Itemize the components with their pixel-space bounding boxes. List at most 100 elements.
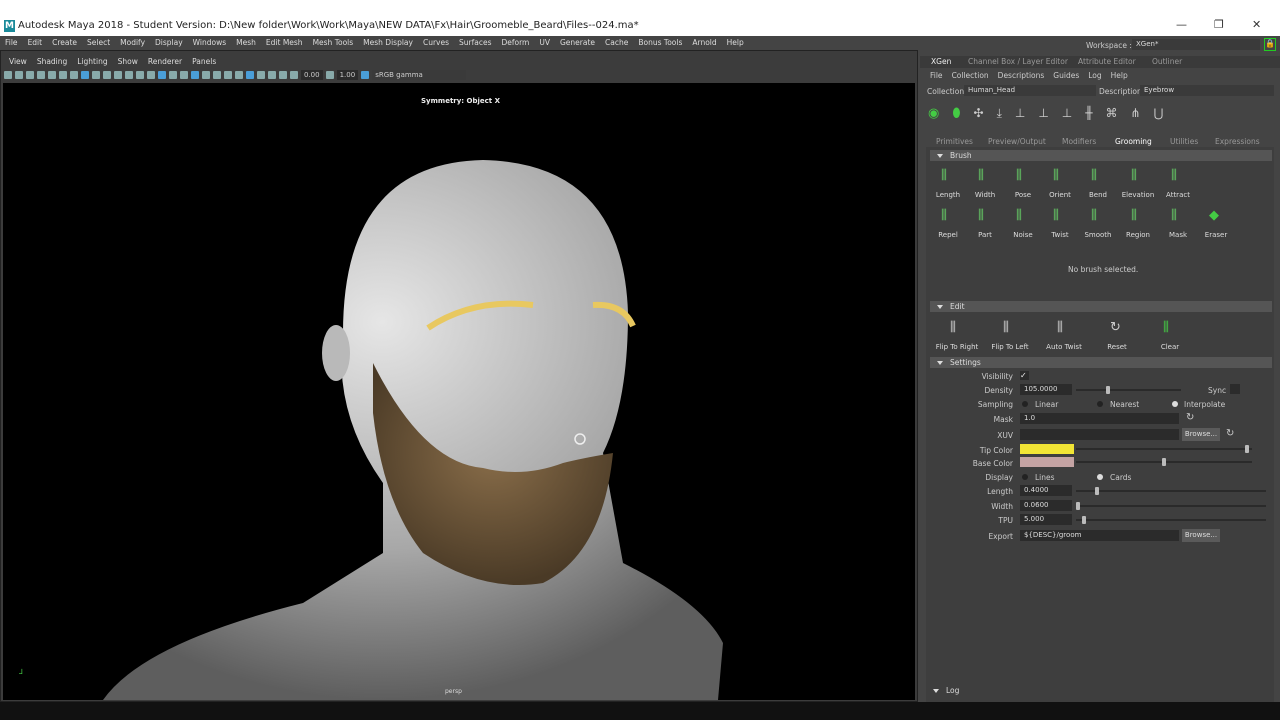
display-lines-radio[interactable] [1022, 474, 1028, 480]
default-material-icon[interactable] [169, 71, 177, 79]
brush-attract-icon[interactable]: ⫼ [1171, 168, 1177, 183]
density-field[interactable]: 105.0000 [1020, 384, 1072, 395]
grease-pencil-icon[interactable] [48, 71, 56, 79]
tab-modifiers[interactable]: Modifiers [1062, 137, 1096, 146]
width-field[interactable]: 0.0600 [1020, 500, 1072, 511]
tpu-slider-handle[interactable] [1081, 516, 1086, 524]
menu-help[interactable]: Help [722, 36, 749, 50]
length-slider[interactable] [1076, 487, 1266, 495]
base-color-slider-handle[interactable] [1162, 458, 1166, 466]
xgen-menu-descriptions[interactable]: Descriptions [998, 71, 1045, 80]
edit-flip-to-left-icon[interactable]: ⫼ [1003, 320, 1009, 335]
isolate-select-icon[interactable] [257, 71, 265, 79]
brush-twist-icon[interactable]: ⫼ [1053, 208, 1059, 223]
base-color-swatch[interactable] [1020, 457, 1074, 467]
density-slider-handle[interactable] [1106, 386, 1111, 394]
smooth-shade-icon[interactable] [158, 71, 166, 79]
visibility-eye-icon[interactable]: ◉ [928, 106, 939, 121]
xuv-field[interactable] [1020, 429, 1179, 440]
image-plane-icon[interactable] [37, 71, 45, 79]
minimize-button[interactable]: — [1176, 18, 1187, 31]
wireframe-on-shaded-icon[interactable] [180, 71, 188, 79]
sampling-interpolate-radio[interactable] [1172, 401, 1178, 407]
brush-region-icon[interactable]: ⫼ [1131, 208, 1137, 223]
xuv-browse-button[interactable]: Browse... [1182, 428, 1220, 441]
panel-menu-panels[interactable]: Panels [187, 57, 221, 66]
menu-curves[interactable]: Curves [418, 36, 454, 50]
color-management-icon[interactable] [361, 71, 370, 79]
lock-guide-icon[interactable]: ⊥ [1062, 106, 1072, 121]
tip-color-slider[interactable] [1076, 445, 1252, 453]
tip-color-slider-handle[interactable] [1244, 445, 1249, 453]
menu-arnold[interactable]: Arnold [687, 36, 721, 50]
shadows-icon[interactable] [213, 71, 221, 79]
tpu-field[interactable]: 5.000 [1020, 514, 1072, 525]
guides-to-curves-icon[interactable]: ⋃ [1154, 106, 1164, 121]
brush-elevation-icon[interactable]: ⫼ [1131, 168, 1137, 183]
xray-active-icon[interactable] [279, 71, 287, 79]
safe-action-icon[interactable] [125, 71, 133, 79]
sculpt-guides-icon[interactable]: ⌘ [1105, 106, 1117, 121]
xgen-menu-guides[interactable]: Guides [1053, 71, 1079, 80]
brush-repel-icon[interactable]: ⫼ [941, 208, 947, 223]
tab-primitives[interactable]: Primitives [936, 137, 973, 146]
menu-display[interactable]: Display [150, 36, 188, 50]
ambient-occlusion-icon[interactable] [224, 71, 232, 79]
edit-reset-label[interactable]: Reset [1087, 343, 1147, 351]
edit-auto-twist-icon[interactable]: ⫼ [1057, 320, 1063, 335]
width-slider[interactable] [1076, 502, 1266, 510]
panel-menu-lighting[interactable]: Lighting [72, 57, 112, 66]
menu-surfaces[interactable]: Surfaces [454, 36, 496, 50]
menu-mesh-tools[interactable]: Mesh Tools [308, 36, 359, 50]
density-slider[interactable] [1076, 386, 1181, 394]
settings-section-header[interactable]: Settings [930, 357, 1272, 368]
edit-auto-twist-label[interactable]: Auto Twist [1034, 343, 1094, 351]
xgen-menu-collection[interactable]: Collection [952, 71, 989, 80]
menu-mesh[interactable]: Mesh [231, 36, 261, 50]
brush-eraser-label[interactable]: Eraser [1191, 231, 1241, 239]
brush-section-header[interactable]: Brush [930, 150, 1272, 161]
xgen-menu-help[interactable]: Help [1111, 71, 1128, 80]
exposure-field[interactable]: 0.00 [301, 70, 323, 80]
brush-width-icon[interactable]: ⫼ [978, 168, 984, 183]
display-cards-radio[interactable] [1097, 474, 1103, 480]
add-guide-icon[interactable]: ⊥ [1015, 106, 1025, 121]
panel-menu-view[interactable]: View [4, 57, 32, 66]
wireframe-icon[interactable] [147, 71, 155, 79]
width-slider-handle[interactable] [1076, 502, 1080, 510]
grid-icon[interactable] [70, 71, 78, 79]
edit-section-header[interactable]: Edit [930, 301, 1272, 312]
menu-bonus-tools[interactable]: Bonus Tools [633, 36, 687, 50]
resolution-gate-icon[interactable] [92, 71, 100, 79]
safe-title-icon[interactable] [136, 71, 144, 79]
brush-mask-icon[interactable]: ⫼ [1171, 208, 1177, 223]
select-guide-icon[interactable]: ⊥ [1038, 106, 1048, 121]
field-chart-icon[interactable] [114, 71, 122, 79]
menu-select[interactable]: Select [82, 36, 115, 50]
xgen-menu-file[interactable]: File [930, 71, 943, 80]
maximize-button[interactable]: ❐ [1214, 18, 1224, 31]
menu-file[interactable]: File [0, 36, 23, 50]
mask-field[interactable]: 1.0 [1020, 413, 1179, 424]
menu-deform[interactable]: Deform [496, 36, 534, 50]
2d-pan-zoom-icon[interactable] [59, 71, 67, 79]
xray-icon[interactable] [191, 71, 199, 79]
menu-generate[interactable]: Generate [555, 36, 600, 50]
bookmark-icon[interactable] [26, 71, 34, 79]
tab-utilities[interactable]: Utilities [1170, 137, 1198, 146]
sync-checkbox[interactable] [1230, 384, 1240, 394]
panel-menu-shading[interactable]: Shading [32, 57, 72, 66]
mask-refresh-icon[interactable]: ↻ [1186, 412, 1194, 423]
log-section-header[interactable]: Log [926, 685, 1274, 696]
brush-bend-icon[interactable]: ⫼ [1091, 168, 1097, 183]
panel-menu-renderer[interactable]: Renderer [143, 57, 187, 66]
move-guides-icon[interactable]: ⤓ [997, 106, 1002, 121]
tab-xgen[interactable]: XGen [931, 57, 951, 66]
add-guides-icon[interactable]: ✣ [974, 106, 984, 121]
menu-mesh-display[interactable]: Mesh Display [358, 36, 418, 50]
sampling-linear-radio[interactable] [1022, 401, 1028, 407]
menu-uv[interactable]: UV [534, 36, 555, 50]
export-browse-button[interactable]: Browse... [1182, 529, 1220, 542]
length-field[interactable]: 0.4000 [1020, 485, 1072, 496]
edit-flip-to-right-icon[interactable]: ⫼ [950, 320, 956, 335]
